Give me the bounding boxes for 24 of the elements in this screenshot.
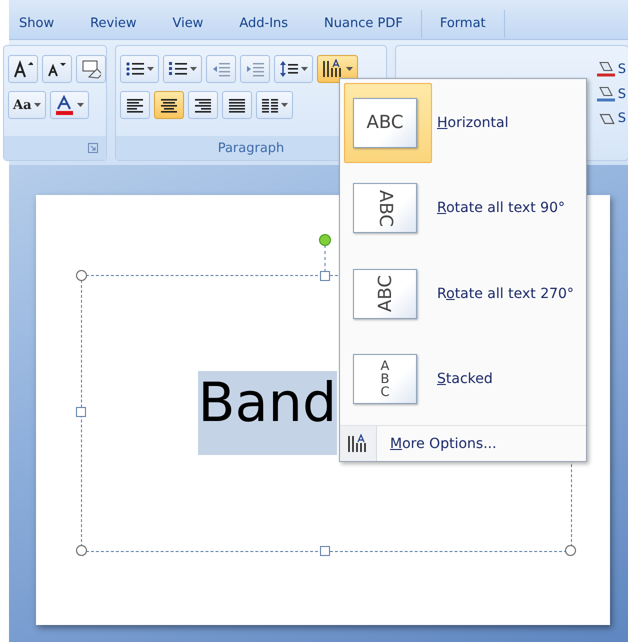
text-direction-preview: ABC [353, 354, 417, 404]
ribbon-tab[interactable]: Review [72, 16, 154, 31]
menu-item-label: Rotate all text 270° [437, 286, 574, 302]
text-direction-preview: ABC [353, 183, 417, 234]
group-label: Paragraph [218, 140, 284, 156]
shape-fill-button[interactable]: S [596, 61, 626, 78]
ribbon-tab[interactable]: Nuance PDF [306, 16, 421, 31]
more-options-link[interactable]: More Options... [390, 436, 497, 452]
menu-item[interactable]: ABC Stacked [344, 340, 582, 420]
ribbon-tab[interactable]: Show [1, 16, 72, 31]
menu-item[interactable]: ABC Rotate all text 90° [344, 168, 582, 248]
change-case-button[interactable]: Aa [8, 91, 46, 119]
shape-outline-button[interactable]: S [596, 86, 626, 103]
menu-item-label: Rotate all text 90° [437, 200, 565, 216]
menu-item-label: Horizontal [437, 114, 508, 131]
ribbon-tab[interactable]: View [154, 16, 222, 31]
ribbon-tab[interactable]: Add-Ins [221, 16, 306, 31]
menu-item[interactable]: ABC Rotate all text 270° [344, 254, 582, 334]
text-direction-preview: ABC [353, 268, 417, 319]
ribbon-tab[interactable]: Format [422, 16, 504, 31]
slide-text[interactable]: Band [198, 371, 337, 455]
menu-item-label: Stacked [437, 371, 493, 388]
text-direction-preview: ABC [353, 98, 417, 148]
shape-effects-button[interactable]: S [596, 111, 626, 126]
